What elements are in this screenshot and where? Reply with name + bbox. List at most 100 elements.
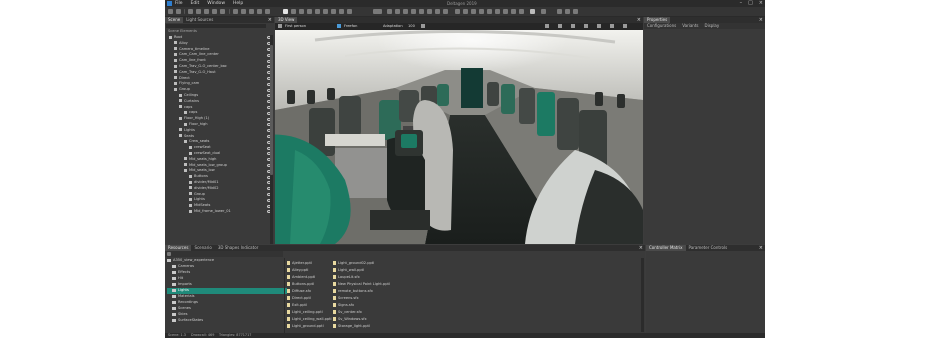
settings-icon[interactable] xyxy=(565,9,570,14)
camera-icon[interactable] xyxy=(291,9,296,14)
export-icon[interactable] xyxy=(220,9,225,14)
tab-scene[interactable]: Scene xyxy=(165,17,184,23)
snap-icon[interactable] xyxy=(265,9,270,14)
tab-light-sources[interactable]: Light Sources xyxy=(183,17,216,23)
close-icon[interactable]: × xyxy=(759,0,763,6)
resource-folder-item[interactable]: SurfaceStates xyxy=(167,318,287,324)
video-icon[interactable] xyxy=(541,9,546,14)
navigation-mode-dropdown[interactable]: Freefon xyxy=(344,24,357,29)
menu-window[interactable]: Window xyxy=(207,1,225,6)
resource-file-item[interactable]: Exit.pptl xyxy=(287,302,307,308)
motionblur-icon[interactable] xyxy=(519,9,524,14)
resource-file-item[interactable]: Signs.sfx xyxy=(333,302,354,308)
sky-icon[interactable] xyxy=(471,9,476,14)
orbit-icon[interactable] xyxy=(545,24,549,28)
shadow-icon[interactable] xyxy=(395,9,400,14)
resource-file-item[interactable]: Direct.pptl xyxy=(287,295,311,301)
new-folder-icon[interactable] xyxy=(167,252,171,256)
fly-icon[interactable] xyxy=(584,24,588,28)
adaptation-value[interactable]: 100 xyxy=(408,24,415,29)
open-icon[interactable] xyxy=(196,9,201,14)
new-icon[interactable] xyxy=(188,9,193,14)
resource-file-item[interactable]: Light_ceiling_wall.pptl xyxy=(287,316,332,322)
close-icon[interactable]: × xyxy=(759,245,763,251)
pan-icon[interactable] xyxy=(558,24,562,28)
background-icon[interactable] xyxy=(455,9,460,14)
scene-scrollbar[interactable] xyxy=(270,35,273,244)
menu-help[interactable]: Help xyxy=(233,1,243,6)
walk-icon[interactable] xyxy=(571,24,575,28)
tab-parameter-controls[interactable]: Parameter Controls xyxy=(686,245,731,251)
undo-icon[interactable] xyxy=(168,9,173,14)
import-icon[interactable] xyxy=(212,9,217,14)
resource-file-item[interactable]: New Physical Point Light.pptl xyxy=(333,281,390,287)
close-icon[interactable]: × xyxy=(639,245,643,251)
fit-icon[interactable] xyxy=(610,24,614,28)
environment-icon[interactable] xyxy=(463,9,468,14)
tab-configurations[interactable]: Configurations xyxy=(644,23,679,29)
animation-icon[interactable] xyxy=(315,9,320,14)
resource-folder-item[interactable]: Imports xyxy=(167,282,287,288)
navigation-icon[interactable] xyxy=(337,24,341,28)
screenshot-icon[interactable] xyxy=(530,9,535,14)
tab-variants[interactable]: Variants xyxy=(679,23,701,29)
resource-folder-item[interactable]: Materials xyxy=(167,294,287,300)
maximize-icon[interactable]: □ xyxy=(748,0,753,6)
pointer-icon[interactable] xyxy=(283,9,288,14)
select-icon[interactable] xyxy=(233,9,238,14)
camera-icon[interactable] xyxy=(278,24,282,28)
stereo-icon[interactable] xyxy=(427,9,432,14)
rotate-icon[interactable] xyxy=(249,9,254,14)
redo-icon[interactable] xyxy=(176,9,181,14)
resource-file-item[interactable]: Light_ground.pptl xyxy=(287,323,324,329)
resource-file-item[interactable]: Ajetter.pptl xyxy=(287,260,312,266)
resource-file-item[interactable]: LoupeLit.sfx xyxy=(333,274,360,280)
help-icon[interactable] xyxy=(573,9,578,14)
resource-file-item[interactable]: Diffuse.sfx xyxy=(287,288,311,294)
cabin-render-view[interactable] xyxy=(275,30,643,244)
exposure-icon[interactable] xyxy=(487,9,492,14)
save-icon[interactable] xyxy=(204,9,209,14)
viewport-settings-icon[interactable] xyxy=(623,24,627,28)
menu-edit[interactable]: Edit xyxy=(191,1,200,6)
dof-icon[interactable] xyxy=(511,9,516,14)
tab-display[interactable]: Display xyxy=(702,23,723,29)
resource-file-item[interactable]: Light_ceiling.pptl xyxy=(287,309,323,315)
raytrace-icon[interactable] xyxy=(387,9,392,14)
tab-controller-matrix[interactable]: Controller Matrix xyxy=(646,245,686,251)
resource-folder-item[interactable]: Skies xyxy=(167,312,287,318)
resource-file-item[interactable]: Sv_center.sfx xyxy=(333,309,362,315)
camera-mode-dropdown[interactable]: First person xyxy=(285,24,306,29)
variant-icon[interactable] xyxy=(331,9,336,14)
move-icon[interactable] xyxy=(241,9,246,14)
light-icon[interactable] xyxy=(299,9,304,14)
resource-file-item[interactable]: Sv_Windows.sfx xyxy=(333,316,367,322)
resource-folder-item[interactable]: Effects xyxy=(167,270,287,276)
scene-scrollbar-thumb[interactable] xyxy=(270,45,273,175)
resource-folder-item[interactable]: Scenes xyxy=(167,306,287,312)
scene-tree-item[interactable]: Mid_frame_lower_01 xyxy=(189,209,269,215)
resource-file-item[interactable]: Light_wall.pptl xyxy=(333,267,364,273)
resource-file-item[interactable]: remote_buttons.sfx xyxy=(333,288,373,294)
vr-icon[interactable] xyxy=(435,9,440,14)
ambient-icon[interactable] xyxy=(411,9,416,14)
resource-file-item[interactable]: Screens.sfx xyxy=(333,295,359,301)
resource-folder-item[interactable]: Cameras xyxy=(167,264,287,270)
resource-file-item[interactable]: Ambient.pptl xyxy=(287,274,315,280)
menu-file[interactable]: File xyxy=(175,1,183,6)
resource-folder-item[interactable]: Hit xyxy=(167,276,287,282)
stats-icon[interactable] xyxy=(557,9,562,14)
reflection-icon[interactable] xyxy=(403,9,408,14)
render-icon[interactable] xyxy=(339,9,344,14)
grid-icon[interactable] xyxy=(347,9,352,14)
resource-file-item[interactable]: Storage_light.pptl xyxy=(333,323,370,329)
scene-search-input[interactable] xyxy=(166,24,266,28)
resource-folder-item[interactable]: Recordings xyxy=(167,300,287,306)
fullscreen-icon[interactable] xyxy=(443,9,448,14)
material-icon[interactable] xyxy=(307,9,312,14)
minimize-icon[interactable]: – xyxy=(740,0,743,6)
antialias-icon[interactable] xyxy=(419,9,424,14)
resources-root[interactable]: A350_view_experience xyxy=(167,258,282,264)
resource-file-item[interactable]: Light_ground02.pptl xyxy=(333,260,374,266)
resource-file-item[interactable]: Buttons.pptl xyxy=(287,281,314,287)
